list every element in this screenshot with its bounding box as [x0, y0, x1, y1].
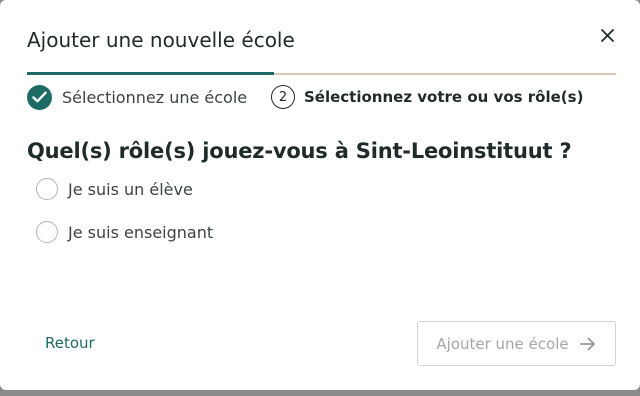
add-school-button[interactable]: Ajouter une école — [417, 321, 616, 366]
back-button[interactable]: Retour — [45, 334, 95, 352]
question-heading: Quel(s) rôle(s) jouez-vous à Sint-Leoins… — [27, 139, 572, 163]
option-label: Je suis enseignant — [68, 222, 214, 242]
add-school-dialog: Ajouter une nouvelle école Sélectionnez … — [0, 0, 640, 390]
stepper-progress — [27, 72, 275, 75]
step-number: 2 — [271, 85, 295, 109]
close-icon — [601, 29, 614, 42]
role-option-teacher[interactable]: Je suis enseignant — [36, 220, 213, 244]
step-label: Sélectionnez votre ou vos rôle(s) — [304, 88, 584, 106]
radio-button[interactable] — [36, 178, 58, 200]
radio-button[interactable] — [36, 221, 58, 243]
role-option-student[interactable]: Je suis un élève — [36, 177, 193, 201]
dialog-title: Ajouter une nouvelle école — [27, 28, 295, 52]
step-label: Sélectionnez une école — [62, 87, 248, 107]
arrow-right-icon — [579, 336, 597, 352]
check-circle-icon — [27, 84, 52, 110]
step-select-roles: 2 Sélectionnez votre ou vos rôle(s) — [271, 84, 583, 110]
step-select-school: Sélectionnez une école — [27, 84, 247, 110]
close-button[interactable] — [594, 22, 620, 48]
option-label: Je suis un élève — [68, 179, 193, 199]
add-school-button-label: Ajouter une école — [436, 334, 569, 353]
